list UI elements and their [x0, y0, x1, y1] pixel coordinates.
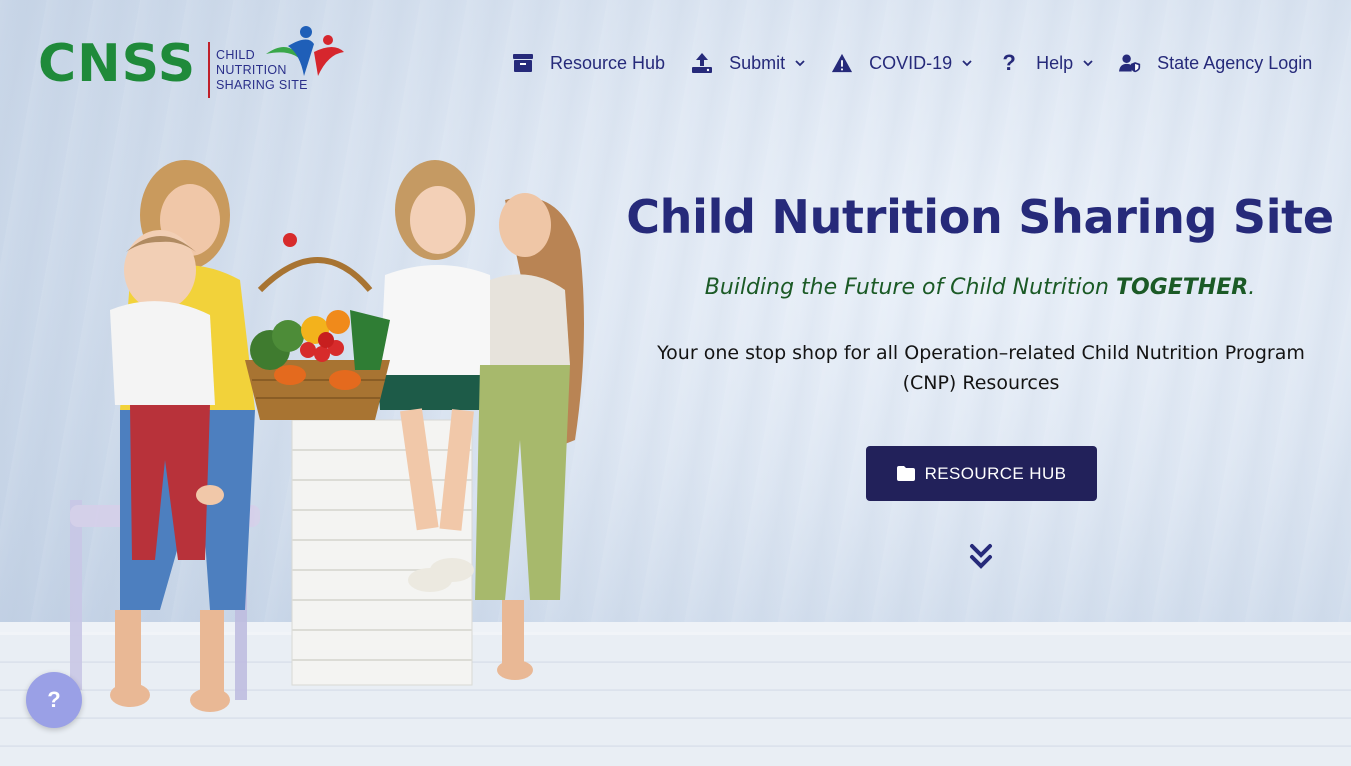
- resource-hub-button-label: RESOURCE HUB: [924, 463, 1067, 483]
- tagline-text: Building the Future of Child Nutrition: [704, 275, 1116, 300]
- logo-wordmark: CNSS: [38, 34, 197, 94]
- help-fab-button[interactable]: ?: [26, 672, 82, 728]
- user-shield-icon: [1119, 52, 1141, 74]
- hero-description: Your one stop shop for all Operation–rel…: [657, 342, 1305, 394]
- wicker-pedestal: [291, 419, 473, 686]
- logo-figures-icon: [266, 26, 344, 76]
- nav-help-label: Help: [1036, 52, 1074, 73]
- page-title: Child Nutrition Sharing Site: [626, 190, 1334, 244]
- tagline-suffix: .: [1248, 275, 1256, 300]
- nav-state-agency-login[interactable]: State Agency Login: [1119, 52, 1312, 74]
- nav-submit-label: Submit: [729, 52, 786, 73]
- tagline: Building the Future of Child Nutrition T…: [620, 275, 1340, 300]
- chevron-down-icon: [1083, 58, 1093, 68]
- logo-divider: [208, 42, 210, 98]
- resource-hub-button[interactable]: RESOURCE HUB: [866, 446, 1097, 501]
- double-chevron-down-icon[interactable]: [968, 542, 994, 572]
- nav-state-agency-login-label: State Agency Login: [1157, 52, 1313, 73]
- chevron-down-icon: [962, 58, 972, 68]
- vegetable-basket: [245, 233, 390, 420]
- cnss-logo[interactable]: CNSS CHILD NUTRITION SHARING SITE: [38, 24, 348, 102]
- children-with-vegetables-photo: [70, 160, 584, 712]
- archive-box-icon: [512, 52, 534, 74]
- girl-right: [475, 193, 584, 680]
- nav-covid-19-label: COVID-19: [869, 52, 953, 73]
- folder-icon: [896, 465, 915, 482]
- main-nav: Resource Hub Submit COVID-19 ? Help Stat…: [512, 48, 1312, 78]
- nav-resource-hub-label: Resource Hub: [550, 52, 666, 73]
- warning-triangle-icon: [831, 52, 853, 74]
- nav-covid-19[interactable]: COVID-19: [831, 52, 972, 74]
- nav-help[interactable]: ? Help: [998, 50, 1093, 75]
- chevron-down-icon: [795, 58, 805, 68]
- nav-submit[interactable]: Submit: [691, 52, 805, 74]
- tagline-emphasis: TOGETHER: [1116, 275, 1249, 300]
- upload-icon: [691, 52, 713, 74]
- nav-resource-hub[interactable]: Resource Hub: [512, 52, 665, 74]
- question-mark-icon: ?: [1002, 50, 1016, 75]
